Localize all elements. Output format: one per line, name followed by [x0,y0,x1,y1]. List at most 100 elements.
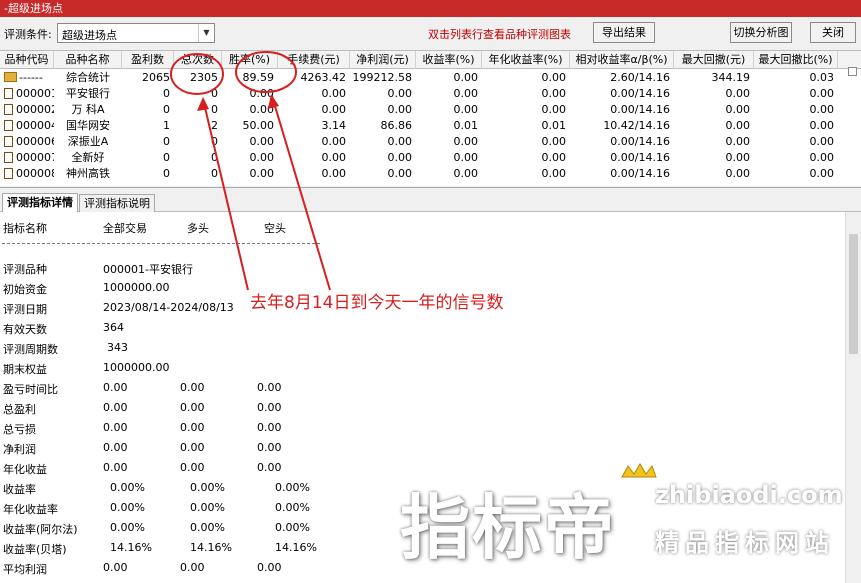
column-header[interactable]: 相对收益率α/β(%) [570,51,674,69]
vertical-scrollbar[interactable] [845,212,861,583]
export-button[interactable]: 导出结果 [593,22,655,43]
stat-label: 收益率 [3,483,36,496]
detail-value: 1000000.00 [103,361,170,374]
table-checkbox[interactable] [848,67,857,76]
condition-select[interactable]: 超级进场点 ▼ [57,23,215,43]
stat-value: 0.00 [103,561,128,574]
table-cell: 0.00 [541,151,567,164]
table-cell: 0.00 [249,167,275,180]
table-cell: ------ [0,70,54,86]
table-cell: 0 [163,135,170,148]
stat-value: 0.00% [275,481,310,494]
table-cell: 0.00/14.16 [610,167,670,180]
divider [2,243,320,244]
table-cell: 0.00/14.16 [610,151,670,164]
table-cell: 000007 [0,150,54,166]
stat-label: 平均利润 [3,563,47,576]
column-header[interactable]: 品种代码 [0,51,54,69]
column-header[interactable]: 盈利数 [122,51,174,69]
detail-header-name: 指标名称 [3,222,47,235]
stat-value: 0.00 [257,461,282,474]
column-header[interactable]: 净利润(元) [350,51,416,69]
table-cell: 万 科A [71,103,105,116]
detail-label: 期末权益 [3,363,47,376]
watermark-url: zhibiaodi.com [655,481,843,509]
table-cell: 综合统计 [66,71,110,84]
stat-label: 总盈利 [3,403,36,416]
code-text: 000006 [16,135,54,148]
condition-label: 评测条件: [4,28,52,41]
table-cell: 0.00 [387,135,413,148]
stat-value: 0.00% [110,481,145,494]
table-row[interactable]: 000006 深振业A 0 0 0.00 0.00 0.00 0.00 0.00 0.00/14.… [0,134,845,150]
table-cell: 0.00 [809,167,835,180]
table-row[interactable]: 000002 万 科A 0 0 0.00 0.00 0.00 0.00 0.00 0.00/14.… [0,102,845,118]
stat-value: 14.16% [275,541,317,554]
annotation-text: 去年8月14日到今天一年的信号数 [250,293,504,313]
detail-header-all: 全部交易 [103,222,147,235]
stat-value: 0.00% [190,501,225,514]
table-cell: 86.86 [380,119,413,132]
column-header[interactable]: 品种名称 [54,51,122,69]
document-icon [4,168,13,179]
column-header[interactable]: 最大回撤(元) [674,51,754,69]
switch-chart-button[interactable]: 切换分析图 [730,22,792,43]
stat-label: 净利润 [3,443,36,456]
chevron-down-icon[interactable]: ▼ [198,24,214,42]
detail-value: 2023/08/14-2024/08/13 [103,301,234,314]
stat-value: 0.00 [257,401,282,414]
stat-label: 年化收益 [3,463,47,476]
table-cell: 0.00 [321,167,347,180]
stat-value: 0.00 [180,461,205,474]
table-cell: 0.00 [809,87,835,100]
detail-value: 364 [103,321,124,334]
detail-tabs: 评测指标详情 评测指标说明 [0,187,861,213]
table-header: 品种代码 品种名称 盈利数 总次数 胜率(%) 手续费(元) 净利润(元) 收益率(%) 年化收… [0,51,861,69]
results-table: 品种代码 品种名称 盈利数 总次数 胜率(%) 手续费(元) 净利润(元) 收益率(%) 年化收… [0,50,861,186]
table-cell: 2065 [142,71,170,84]
column-header[interactable]: 收益率(%) [416,51,482,69]
close-button[interactable]: 关闭 [810,22,856,43]
column-header[interactable]: 总次数 [174,51,222,69]
scrollbar-thumb[interactable] [849,234,858,354]
table-cell: 0.00 [541,87,567,100]
stat-value: 0.00% [190,521,225,534]
table-cell: 0.00 [809,151,835,164]
table-cell: 0.00 [453,151,479,164]
table-cell: 0.00/14.16 [610,87,670,100]
stat-value: 0.00 [257,441,282,454]
stat-value: 0.00 [180,421,205,434]
column-header[interactable]: 最大回撤比(%) [754,51,838,69]
code-text: 000007 [16,151,54,164]
table-cell: 10.42/14.16 [603,119,670,132]
summary-icon [4,72,17,82]
table-cell: 0.00 [453,103,479,116]
tab-explain[interactable]: 评测指标说明 [79,194,155,213]
stat-value: 0.00 [257,561,282,574]
table-cell: 0.00 [453,87,479,100]
table-row[interactable]: 000008 神州高铁 0 0 0.00 0.00 0.00 0.00 0.00 0.00/14.… [0,166,845,182]
table-cell: 0 [163,167,170,180]
table-row[interactable]: ------ 综合统计 2065 2305 89.59 4263.42 199212.58 0… [0,70,845,86]
column-header[interactable]: 手续费(元) [278,51,350,69]
table-cell: 0.00 [725,167,751,180]
column-header[interactable]: 年化收益率(%) [482,51,570,69]
table-cell: 4263.42 [300,71,347,84]
table-row[interactable]: 000004 国华网安 1 2 50.00 3.14 86.86 0.01 0.01 10.42/… [0,118,845,134]
stat-value: 0.00% [275,501,310,514]
table-cell: 0.00 [809,119,835,132]
table-row[interactable]: 000007 全新好 0 0 0.00 0.00 0.00 0.00 0.00 0.00/14.1… [0,150,845,166]
code-text: 000001 [16,87,54,100]
table-cell: 000006 [0,134,54,150]
tab-detail[interactable]: 评测指标详情 [2,193,78,213]
table-cell: 0 [211,167,218,180]
table-cell: 0.00 [453,135,479,148]
table-cell: 0 [211,151,218,164]
column-header[interactable]: 胜率(%) [222,51,278,69]
table-cell: 0.00 [725,87,751,100]
watermark-brand: 指标帝 [400,487,616,569]
toolbar: 评测条件: 超级进场点 ▼ 双击列表行查看品种评测图表 导出结果 切换分析图 关… [0,17,861,49]
table-cell: 3.14 [321,119,347,132]
table-cell: 0.00/14.16 [610,103,670,116]
table-row[interactable]: 000001 平安银行 0 0 0.00 0.00 0.00 0.00 0.00 0.00/14.… [0,86,845,102]
